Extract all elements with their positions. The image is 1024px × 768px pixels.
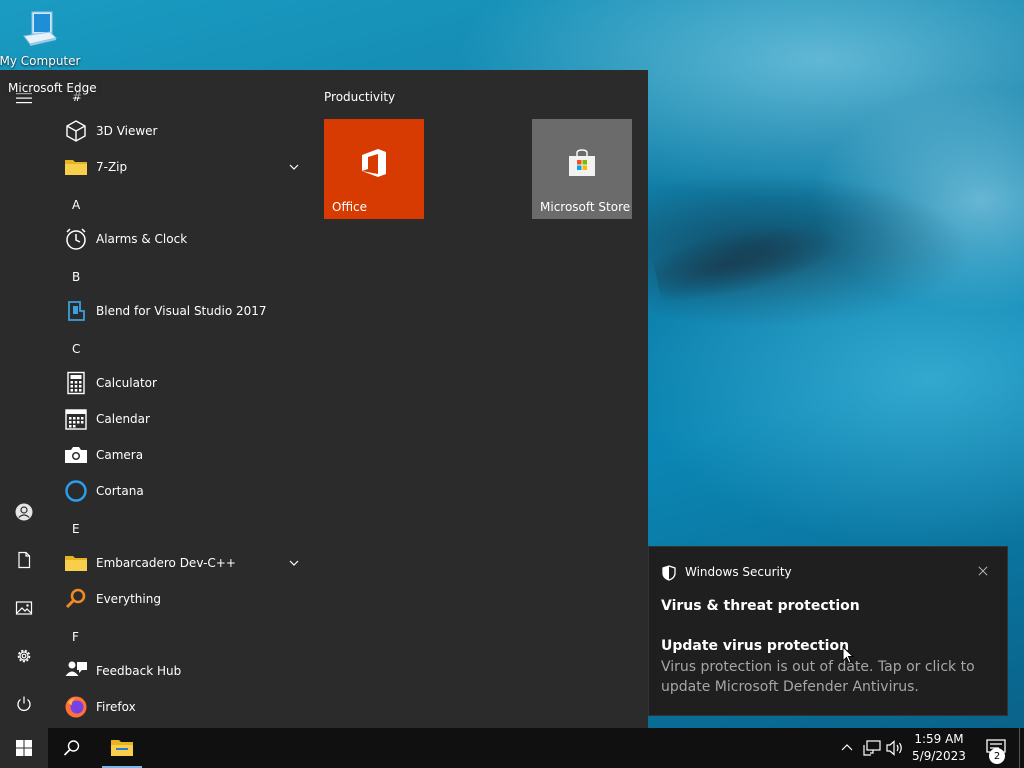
volume-button[interactable] (884, 728, 906, 768)
app-label: Calculator (96, 376, 157, 390)
magnifier-icon (64, 587, 88, 611)
app-label: Alarms & Clock (96, 232, 188, 246)
folder-icon (111, 740, 133, 756)
letter-header-a[interactable]: A (56, 187, 306, 223)
app-firefox[interactable]: Firefox (56, 689, 306, 725)
blend-icon (64, 299, 88, 323)
app-label: Calendar (96, 412, 150, 426)
app-cortana[interactable]: Cortana (56, 473, 306, 509)
show-desktop-button[interactable] (1019, 728, 1024, 768)
firefox-icon (64, 695, 88, 719)
account-button[interactable] (0, 488, 48, 536)
app-feedback-hub[interactable]: Feedback Hub (56, 653, 306, 689)
show-hidden-icons-button[interactable] (838, 728, 856, 768)
wallpaper-swimmer (650, 210, 850, 310)
chevron-down-icon[interactable] (288, 161, 300, 173)
feedback-icon (64, 659, 88, 683)
letter-header-e[interactable]: E (56, 511, 306, 547)
taskbar-search-button[interactable] (48, 728, 96, 768)
app-label: 7-Zip (96, 160, 128, 174)
document-icon (18, 551, 31, 569)
app-label: Firefox (96, 700, 136, 714)
close-icon (978, 566, 988, 576)
app-3d-viewer[interactable]: 3D Viewer (56, 113, 306, 149)
folder-icon (64, 551, 88, 575)
cube-icon (64, 119, 88, 143)
app-calendar[interactable]: Calendar (56, 401, 306, 437)
gear-icon (17, 649, 31, 663)
app-blend-visual-studio[interactable]: Blend for Visual Studio 2017 (56, 293, 306, 329)
cortana-icon (64, 479, 88, 503)
desktop-icon-my-computer[interactable]: My Computer (0, 10, 81, 72)
clock-icon (64, 227, 88, 251)
user-icon (15, 503, 33, 521)
calendar-icon (64, 407, 88, 431)
speaker-icon (886, 740, 902, 756)
windows-logo-icon (16, 740, 32, 756)
taskbar-clock[interactable]: 1:59 AM 5/9/2023 (906, 728, 972, 768)
app-label: Cortana (96, 484, 144, 498)
app-label: Camera (96, 448, 144, 462)
app-label: Feedback Hub (96, 664, 182, 678)
app-camera[interactable]: Camera (56, 437, 306, 473)
app-list: # 3D Viewer 7-Zip A Alarms & Clock B Ble… (56, 70, 306, 728)
app-label: Everything (96, 592, 161, 606)
start-menu: # 3D Viewer 7-Zip A Alarms & Clock B Ble… (0, 70, 648, 728)
app-everything[interactable]: Everything (56, 581, 306, 617)
clock-time: 1:59 AM (914, 732, 964, 746)
network-icon (863, 740, 881, 756)
start-rail (0, 70, 48, 728)
shield-icon (662, 565, 676, 581)
office-icon (362, 149, 386, 177)
app-7-zip[interactable]: 7-Zip (56, 149, 306, 185)
close-notification-button[interactable] (975, 563, 991, 579)
tile-label: Microsoft Store (540, 200, 631, 214)
tile-label: Office (332, 200, 368, 214)
notification-source: Windows Security (685, 565, 792, 579)
camera-icon (64, 443, 88, 467)
app-embarcadero-dev-cpp[interactable]: Embarcadero Dev-C++ (56, 545, 306, 581)
network-button[interactable] (860, 728, 884, 768)
mouse-cursor-icon (842, 646, 854, 664)
folder-icon (64, 155, 88, 179)
notification-body: Virus protection is out of date. Tap or … (661, 659, 975, 695)
desktop-icon-microsoft-edge[interactable]: Microsoft Edge (4, 79, 101, 97)
app-label: 3D Viewer (96, 124, 158, 138)
computer-icon (23, 11, 57, 46)
app-alarms-clock[interactable]: Alarms & Clock (56, 221, 306, 257)
app-label: Blend for Visual Studio 2017 (96, 304, 267, 318)
start-button[interactable] (0, 728, 48, 768)
letter-header-f[interactable]: F (56, 619, 306, 655)
settings-button[interactable] (0, 632, 48, 680)
tile-microsoft-store[interactable]: Microsoft Store (532, 119, 632, 219)
taskbar: 1:59 AM 5/9/2023 (0, 728, 1024, 768)
notification-toast[interactable]: Windows Security Virus & threat protecti… (648, 546, 1008, 716)
letter-header-c[interactable]: C (56, 331, 306, 367)
chevron-down-icon[interactable] (288, 557, 300, 569)
desktop-icon-label: My Computer (0, 54, 81, 68)
store-icon (569, 149, 595, 176)
notification-title: Virus & threat protection (661, 598, 860, 614)
pictures-button[interactable] (0, 584, 48, 632)
calculator-icon (64, 371, 88, 395)
app-calculator[interactable]: Calculator (56, 365, 306, 401)
power-icon (17, 696, 31, 711)
notification-subtitle: Update virus protection (661, 638, 850, 654)
taskbar-file-explorer[interactable] (98, 728, 146, 768)
pictures-icon (15, 601, 33, 615)
tile-group-title[interactable]: Productivity (324, 90, 395, 104)
tiles-area: Productivity Office Microsoft Store (324, 70, 634, 270)
documents-button[interactable] (0, 536, 48, 584)
power-button[interactable] (0, 680, 48, 728)
search-icon (63, 740, 80, 756)
app-label: Embarcadero Dev-C++ (96, 556, 236, 570)
clock-date: 5/9/2023 (912, 749, 966, 763)
notification-count-badge: 2 (989, 748, 1005, 764)
chevron-up-icon (841, 744, 853, 751)
letter-header-b[interactable]: B (56, 259, 306, 295)
tile-office[interactable]: Office (324, 119, 424, 219)
